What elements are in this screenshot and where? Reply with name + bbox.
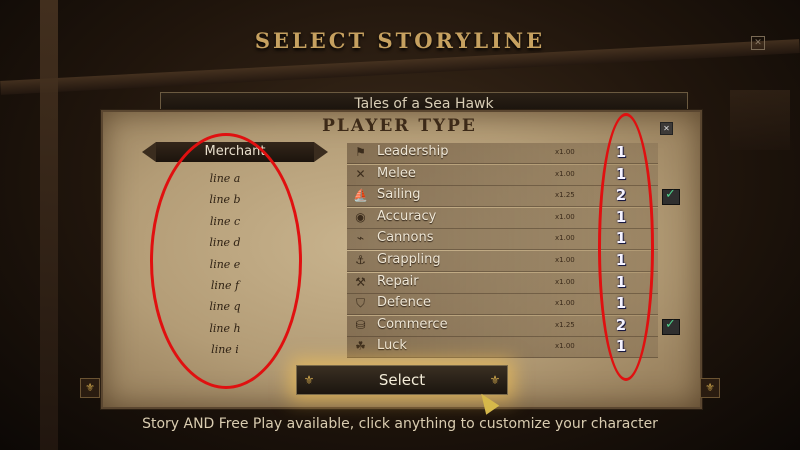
flag-icon: ⚑ — [355, 145, 366, 159]
skill-name: Luck — [377, 338, 407, 354]
skill-multiplier: x1.00 — [555, 342, 575, 351]
annotation-oval-right — [598, 113, 654, 381]
grapple-hook-icon: ⚓ — [355, 253, 366, 267]
checkmark-icon: ✓ — [665, 316, 676, 332]
skill-name: Grappling — [377, 252, 441, 267]
corner-ornament-icon: ⚜ — [700, 378, 720, 398]
skill-multiplier: x1.00 — [555, 234, 575, 243]
skill-multiplier: x1.25 — [555, 320, 575, 329]
skill-multiplier: x1.00 — [555, 277, 575, 286]
sail-icon: ⛵ — [353, 188, 368, 203]
skill-name: Commerce — [377, 316, 448, 332]
annotation-oval-left — [150, 133, 302, 389]
panel-close-icon[interactable]: ✕ — [660, 122, 673, 135]
ornament-icon: ⚜ — [303, 373, 315, 387]
skill-multiplier: x1.00 — [555, 256, 575, 264]
shield-icon: ⛉ — [355, 296, 365, 311]
hammer-icon: ⚒ — [355, 274, 366, 289]
screen-close-icon[interactable]: ✕ — [751, 36, 765, 50]
skill-name: Melee — [377, 165, 416, 181]
select-button[interactable]: ⚜ Select ⚜ — [296, 365, 508, 395]
corner-ornament-icon: ⚜ — [80, 378, 100, 398]
background-beam — [40, 0, 58, 450]
next-arrow-icon[interactable] — [314, 142, 328, 162]
screen-title: SELECT STORYLINE — [254, 28, 546, 53]
checkbox-checked-icon[interactable]: ✓ — [662, 316, 680, 335]
crossed-swords-icon: ✕ — [355, 166, 366, 181]
skill-name: Repair — [377, 273, 419, 289]
skill-multiplier: x1.00 — [555, 299, 575, 308]
skill-multiplier: x1.00 — [555, 148, 575, 156]
ornament-icon: ⚜ — [489, 373, 501, 387]
skill-name: Defence — [377, 295, 431, 311]
background-beam — [730, 90, 790, 150]
skill-name: Accuracy — [377, 208, 437, 224]
checkbox-checked-icon[interactable]: ✓ — [662, 187, 680, 206]
coins-icon: ⛁ — [355, 317, 366, 332]
target-icon: ◉ — [355, 209, 366, 224]
skill-multiplier: x1.00 — [555, 212, 575, 221]
cannon-icon: ⌁ — [356, 231, 365, 246]
select-button-label: Select — [378, 371, 426, 389]
skill-name: Leadership — [377, 144, 449, 159]
skill-multiplier: x1.00 — [555, 169, 575, 178]
hint-text: Story AND Free Play available, click any… — [142, 416, 658, 432]
panel-title: PLAYER TYPE — [322, 116, 477, 136]
skill-name: Sailing — [377, 187, 421, 203]
previous-arrow-icon[interactable] — [142, 142, 156, 162]
checkmark-icon: ✓ — [665, 187, 676, 203]
clover-icon: ☘ — [355, 339, 366, 354]
skill-multiplier: x1.25 — [555, 191, 575, 200]
skill-name: Cannons — [377, 230, 434, 246]
